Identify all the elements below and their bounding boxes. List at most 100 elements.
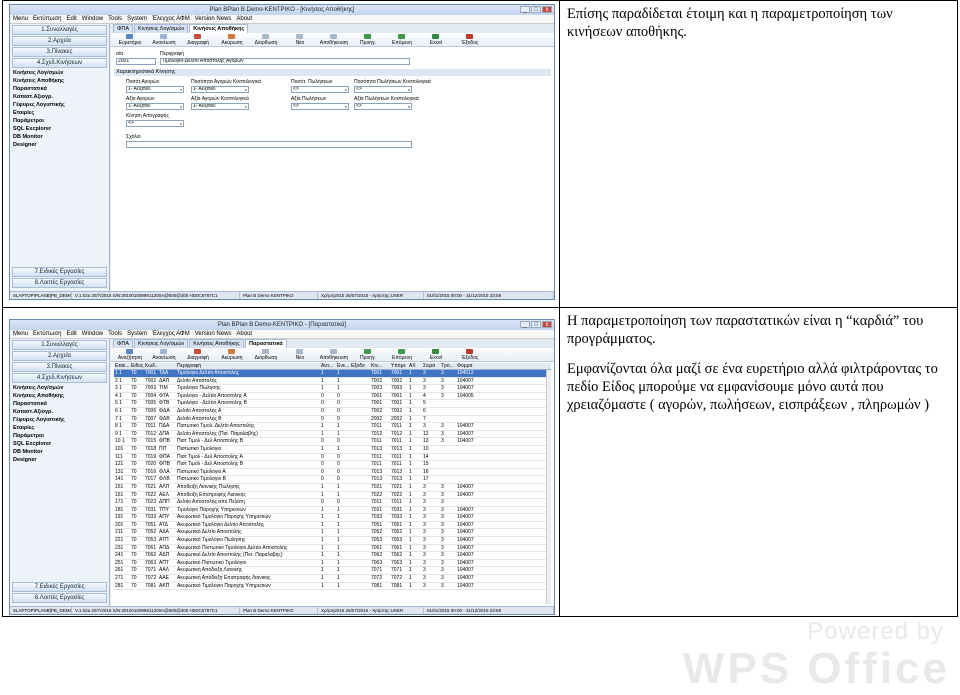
- value-sales-select[interactable]: <>: [291, 103, 349, 110]
- grid-column-header[interactable]: Αυτ...: [320, 363, 336, 369]
- excel-button[interactable]: Excel: [419, 348, 453, 361]
- menu-item[interactable]: Έλεγχος ΑΦΜ: [152, 15, 190, 23]
- sidebar-item[interactable]: Καταστ.Αξιογρ.: [10, 408, 109, 416]
- table-row[interactable]: 251 70 7063 ΑΠΤ Ακυρωτικό Πιστωτικό Τιμολόγι…: [114, 560, 551, 568]
- maximize-icon[interactable]: □: [531, 321, 541, 328]
- sidebar-item[interactable]: DB Monitor: [10, 448, 109, 456]
- menu-item[interactable]: Menu: [13, 15, 28, 23]
- index-button[interactable]: Ευρετήριο: [113, 33, 147, 46]
- qty-sales-select[interactable]: <>: [291, 86, 349, 93]
- qty-purchases-cost-select[interactable]: 1- Αυξάνει: [191, 86, 249, 93]
- sidebar-button-other[interactable]: 8.Λοιπές Εργασίες: [12, 278, 107, 288]
- table-row[interactable]: 141 70 7017 ΦΛΒ Πιστωτικό Τιμολόγιο Β 0 0 7013 7…: [114, 476, 551, 484]
- sidebar-item[interactable]: SQL Excplorer: [10, 125, 109, 133]
- close-icon[interactable]: x: [542, 6, 552, 13]
- menu-item[interactable]: Tools: [108, 330, 122, 338]
- exit-button[interactable]: Έξοδος: [453, 348, 487, 361]
- tab-documents[interactable]: Παραστατικά: [244, 339, 287, 348]
- grid-column-header[interactable]: Εξοδο: [350, 363, 370, 369]
- delete-button[interactable]: Διαγραφή: [181, 33, 215, 46]
- tab-account-movements[interactable]: Κινήσεις Λογ/σμών: [134, 24, 189, 33]
- menu-item[interactable]: Tools: [108, 15, 122, 23]
- sidebar-item[interactable]: Κινήσεις Λογ/σμών: [10, 69, 109, 77]
- vertical-scrollbar[interactable]: [546, 370, 551, 604]
- table-row[interactable]: 3 1 70 7003 ΤΙΜ Τιμολόγιο Πώλησης 1 1 7003 7003 1…: [114, 385, 551, 393]
- menu-item[interactable]: Window: [82, 15, 103, 23]
- table-row[interactable]: 111 70 7019 ΦΠΑ Πιστ Τιμολ - Δελ Αποστολής Α…: [114, 454, 551, 462]
- table-row[interactable]: 211 70 7052 ΑΔΑ Ακυρωτικό Δελτίο Αποστολής 1 1…: [114, 529, 551, 538]
- grid-column-header[interactable]: Υπόμε: [390, 363, 408, 369]
- new-button[interactable]: Νέο: [283, 33, 317, 46]
- sidebar-item[interactable]: SQL Excplorer: [10, 440, 109, 448]
- grid-column-header[interactable]: Τρό...: [440, 363, 456, 369]
- menu-item[interactable]: About: [236, 15, 252, 23]
- grid-column-header[interactable]: Κωδ...: [144, 363, 158, 369]
- aa-field[interactable]: 2001: [116, 58, 156, 65]
- grid-column-header[interactable]: Είδος: [130, 363, 144, 369]
- tab-vat[interactable]: ΦΠΑ: [113, 339, 134, 348]
- table-row[interactable]: 201 70 7051 ΑΤΔ Ακυρωτικό Τιμολόγιο Δελτίο Α…: [114, 522, 551, 530]
- sidebar-item[interactable]: Εταιρίες: [10, 109, 109, 117]
- menu-item[interactable]: Εκτύπωση: [33, 330, 61, 338]
- cancel-button[interactable]: Ακύρωση: [215, 348, 249, 361]
- table-row[interactable]: 131 70 7016 ΦΛΑ Πιστωτικό Τιμολόγιο Α 0 0 7013 7…: [114, 469, 551, 477]
- grid-column-header[interactable]: Εταιι...: [114, 363, 130, 369]
- menu-item[interactable]: Version News: [195, 330, 232, 338]
- close-icon[interactable]: x: [542, 321, 552, 328]
- previous-button[interactable]: Προηγ.: [351, 348, 385, 361]
- table-row[interactable]: 261 70 7071 ΑΑΛ Ακυρωτική Απόδειξη Λιανικής 1…: [114, 567, 551, 576]
- sidebar-item[interactable]: Designer: [10, 141, 109, 149]
- sidebar-item[interactable]: Κινήσεις Αποθήκης: [10, 77, 109, 85]
- value-purchases-cost-select[interactable]: 1- Αυξάνει: [191, 103, 249, 110]
- menu-item[interactable]: Εκτύπωση: [33, 15, 61, 23]
- sidebar-item[interactable]: Γέφυρες Λογιστικής: [10, 101, 109, 109]
- grid-column-header[interactable]: Περιγραφή: [176, 363, 320, 369]
- table-row[interactable]: 101 70 7018 ΠΙΤ Πιστωτικό Τιμολόγιο 1 1 7013 701…: [114, 446, 551, 454]
- sidebar-item[interactable]: Γέφυρες Λογιστικής: [10, 416, 109, 424]
- table-row[interactable]: 6 1 70 7006 ΦΔΑ Δελτίο Αποστολής Α 0 0 7002 7002…: [114, 408, 551, 416]
- sidebar-item[interactable]: Designer: [10, 456, 109, 464]
- table-row[interactable]: 191 70 7033 ΑΠΥ Ακυρωτικό Τιμολόγιο Παροχής …: [114, 514, 551, 522]
- grid-column-header[interactable]: Φόρμα: [456, 363, 480, 369]
- sidebar-button-transactions[interactable]: 1.Συναλλαγές: [12, 340, 107, 350]
- value-sales-cost-select[interactable]: <>: [354, 103, 412, 110]
- tab-warehouse-movements[interactable]: Κινήσεις Αποθήκης: [189, 24, 249, 33]
- sidebar-button-other[interactable]: 8.Λοιπές Εργασίες: [12, 593, 107, 603]
- table-row[interactable]: 5 1 70 7005 ΦΤΒ Τιμολόγιο - Δελτίο Αποστολής…: [114, 400, 551, 408]
- table-row[interactable]: 8 1 70 7011 ΠΔΑ Πιστωτικό Τιμολ. Δελτίο Αποσ…: [114, 423, 551, 431]
- table-row[interactable]: 2 1 70 7002 ΔΑΠ Δελτίο Αποστολής 1 1 7002 7002 1 3…: [114, 378, 551, 386]
- grid-column-header[interactable]: [158, 363, 176, 369]
- menu-item[interactable]: Edit: [66, 15, 76, 23]
- table-row[interactable]: 231 70 7061 ΑΠΔ Ακυρωτικό Πιστωτικό Τιμολόγι…: [114, 545, 551, 553]
- sidebar-item[interactable]: Εταιρίες: [10, 424, 109, 432]
- sidebar-item[interactable]: Παραστατικά: [10, 85, 109, 93]
- table-row[interactable]: 7 1 70 7007 ΦΔΒ Δελτίο Αποστολής Β 0 0 2002 2002…: [114, 416, 551, 424]
- sidebar-button-special[interactable]: 7.Ειδικές Εργασίες: [12, 582, 107, 592]
- next-button[interactable]: Επόμενη: [385, 33, 419, 46]
- table-row[interactable]: 241 70 7062 ΑΔΠ Ακυρωτικό Δελτίο Αποστολής (…: [114, 552, 551, 560]
- tab-account-movements[interactable]: Κινήσεις Λογ/σμών: [134, 339, 189, 348]
- sidebar-item[interactable]: Καταστ.Αξιογρ.: [10, 93, 109, 101]
- new-button[interactable]: Νέο: [283, 348, 317, 361]
- sidebar-button-tables[interactable]: 3.Πίνακες: [12, 362, 107, 372]
- table-row[interactable]: 281 70 7081 ΑΚΠ Ακυρωτικό Τιμολόγιο Παροχής …: [114, 583, 551, 591]
- next-button[interactable]: Επόμενη: [385, 348, 419, 361]
- value-purchases-select[interactable]: 1- Αυξάνει: [126, 103, 184, 110]
- table-row[interactable]: 271 70 7072 ΑΑΕ Ακυρωτική Απόδειξη Επιστροφή…: [114, 575, 551, 583]
- previous-button[interactable]: Προηγ.: [351, 33, 385, 46]
- inventory-movement-select[interactable]: <>: [126, 120, 184, 127]
- menu-item[interactable]: Version News: [195, 15, 232, 23]
- grid-column-header[interactable]: Σειρά: [422, 363, 440, 369]
- sidebar-button-tables[interactable]: 3.Πίνακες: [12, 47, 107, 57]
- edit-button[interactable]: Διόρθωση: [249, 33, 283, 46]
- table-row[interactable]: 161 70 7022 ΑΕΛ Απόδειξη Επιστροφής Λιανικής…: [114, 492, 551, 500]
- search-button[interactable]: Αναζήτηση: [113, 348, 147, 361]
- menu-item[interactable]: About: [236, 330, 252, 338]
- refresh-button[interactable]: Ανανέωση: [147, 348, 181, 361]
- sidebar-item[interactable]: DB Monitor: [10, 133, 109, 141]
- tab-warehouse-movements[interactable]: Κινήσεις Αποθήκης: [189, 339, 244, 348]
- description-field[interactable]: Τιμολόγιο-Δελτίο Αποστολής Αγορών: [160, 58, 410, 65]
- sidebar-button-special[interactable]: 7.Ειδικές Εργασίες: [12, 267, 107, 277]
- sidebar-button-files[interactable]: 2.Αρχεία: [12, 36, 107, 46]
- sidebar-item[interactable]: Παράμετροι: [10, 432, 109, 440]
